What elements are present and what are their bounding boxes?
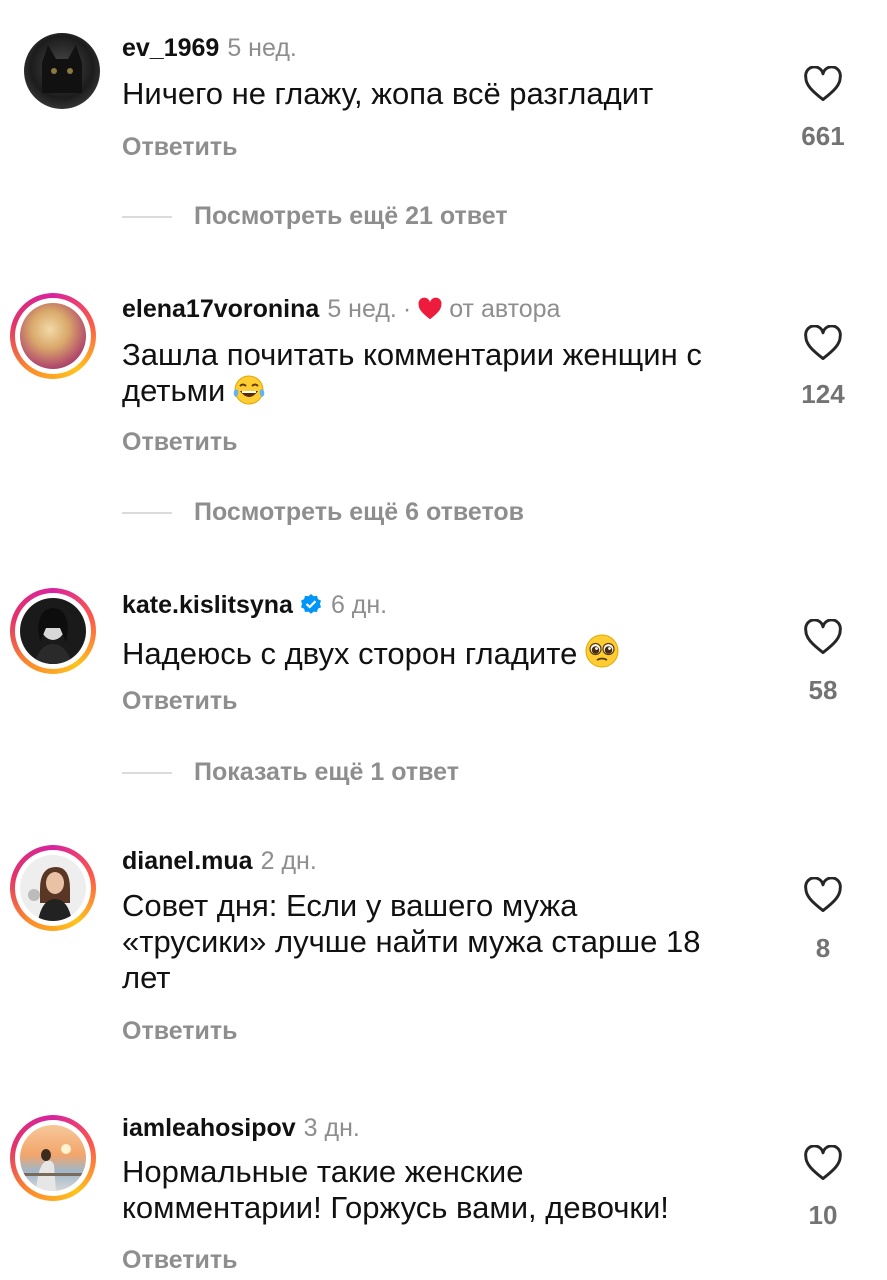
comment-text-line: «трусики» лучше найти мужа старше 18 xyxy=(122,924,701,959)
comment-text: Нормальные такие женские комментарии! Го… xyxy=(122,1154,772,1226)
like-button[interactable] xyxy=(800,1145,846,1181)
pleading-face-emoji-icon xyxy=(585,634,619,668)
reply-button[interactable]: Ответить xyxy=(122,132,238,162)
tears-of-joy-emoji-icon xyxy=(233,375,265,405)
view-replies-button[interactable]: Показать ещё 1 ответ xyxy=(122,757,459,787)
divider-line xyxy=(122,216,172,219)
like-count: 8 xyxy=(815,933,831,963)
comment-time: 5 нед. xyxy=(227,34,297,62)
heart-outline-icon xyxy=(804,877,842,913)
avatar[interactable] xyxy=(24,33,100,109)
separator-dot: · xyxy=(402,295,412,323)
comment-time: 2 дн. xyxy=(260,847,317,875)
comment-text-line: лет xyxy=(122,960,171,995)
view-replies-button[interactable]: Посмотреть ещё 6 ответов xyxy=(122,497,524,527)
heart-filled-icon xyxy=(418,297,442,320)
comment-meta: elena17voronina 5 нед. · от автора xyxy=(122,294,560,324)
comment-text-line: Надеюсь с двух сторон гладите xyxy=(122,636,578,671)
comment-meta: dianel.mua 2 дн. xyxy=(122,846,317,876)
username[interactable]: iamleahosipov xyxy=(122,1114,296,1142)
like-button[interactable] xyxy=(800,325,846,361)
like-button[interactable] xyxy=(800,66,846,102)
reply-button[interactable]: Ответить xyxy=(122,427,238,457)
comment-text-line: детьми xyxy=(122,373,226,408)
username[interactable]: elena17voronina xyxy=(122,295,319,323)
comment-meta: ev_1969 5 нед. xyxy=(122,33,297,63)
comment-text-line: Зашла почитать комментарии женщин с xyxy=(122,337,702,372)
avatar-image xyxy=(42,45,82,93)
comment-text: Надеюсь с двух сторон гладите xyxy=(122,632,772,672)
avatar[interactable] xyxy=(10,293,96,379)
avatar[interactable] xyxy=(10,588,96,674)
reply-button[interactable]: Ответить xyxy=(122,1016,238,1046)
reply-button[interactable]: Ответить xyxy=(122,1245,238,1275)
comment-time: 6 дн. xyxy=(330,591,388,619)
comment-text-line: Нормальные такие женские xyxy=(122,1154,524,1189)
comment-text: Ничего не глажу, жопа всё разгладит xyxy=(122,76,654,111)
comment-time: 3 дн. xyxy=(303,1114,360,1142)
view-replies-button[interactable]: Посмотреть ещё 21 ответ xyxy=(122,201,508,231)
avatar[interactable] xyxy=(10,1115,96,1201)
reply-button[interactable]: Ответить xyxy=(122,686,238,716)
like-count: 661 xyxy=(801,121,845,151)
like-button[interactable] xyxy=(800,877,846,913)
comment-text: Совет дня: Если у вашего мужа «трусики» … xyxy=(122,888,772,996)
avatar-image xyxy=(28,867,72,921)
heart-outline-icon xyxy=(804,1145,842,1181)
username[interactable]: dianel.mua xyxy=(122,847,253,875)
heart-outline-icon xyxy=(804,325,842,361)
comment-meta: iamleahosipov 3 дн. xyxy=(122,1113,360,1143)
comment-text-line: Совет дня: Если у вашего мужа xyxy=(122,888,578,923)
comment-text: Зашла почитать комментарии женщин с деть… xyxy=(122,337,772,409)
view-replies-label: Показать ещё 1 ответ xyxy=(194,758,459,786)
username[interactable]: kate.kislitsyna xyxy=(122,591,293,619)
comment-text-line: комментарии! Горжусь вами, девочки! xyxy=(122,1190,669,1225)
divider-line xyxy=(122,772,172,775)
comment-time: 5 нед. xyxy=(327,295,397,323)
heart-outline-icon xyxy=(804,619,842,655)
avatar-image xyxy=(34,608,72,664)
like-button[interactable] xyxy=(800,619,846,655)
avatar-image xyxy=(20,1144,86,1191)
view-replies-label: Посмотреть ещё 21 ответ xyxy=(194,202,508,230)
heart-outline-icon xyxy=(804,66,842,102)
divider-line xyxy=(122,512,172,515)
like-count: 58 xyxy=(808,675,838,705)
like-count: 124 xyxy=(801,379,845,409)
comment-meta: kate.kislitsyna 6 дн. xyxy=(122,590,387,620)
author-tag: от автора xyxy=(449,295,561,323)
view-replies-label: Посмотреть ещё 6 ответов xyxy=(194,498,525,526)
avatar[interactable] xyxy=(10,845,96,931)
like-count: 10 xyxy=(808,1200,838,1230)
username[interactable]: ev_1969 xyxy=(122,34,219,62)
verified-badge-icon xyxy=(300,594,321,614)
